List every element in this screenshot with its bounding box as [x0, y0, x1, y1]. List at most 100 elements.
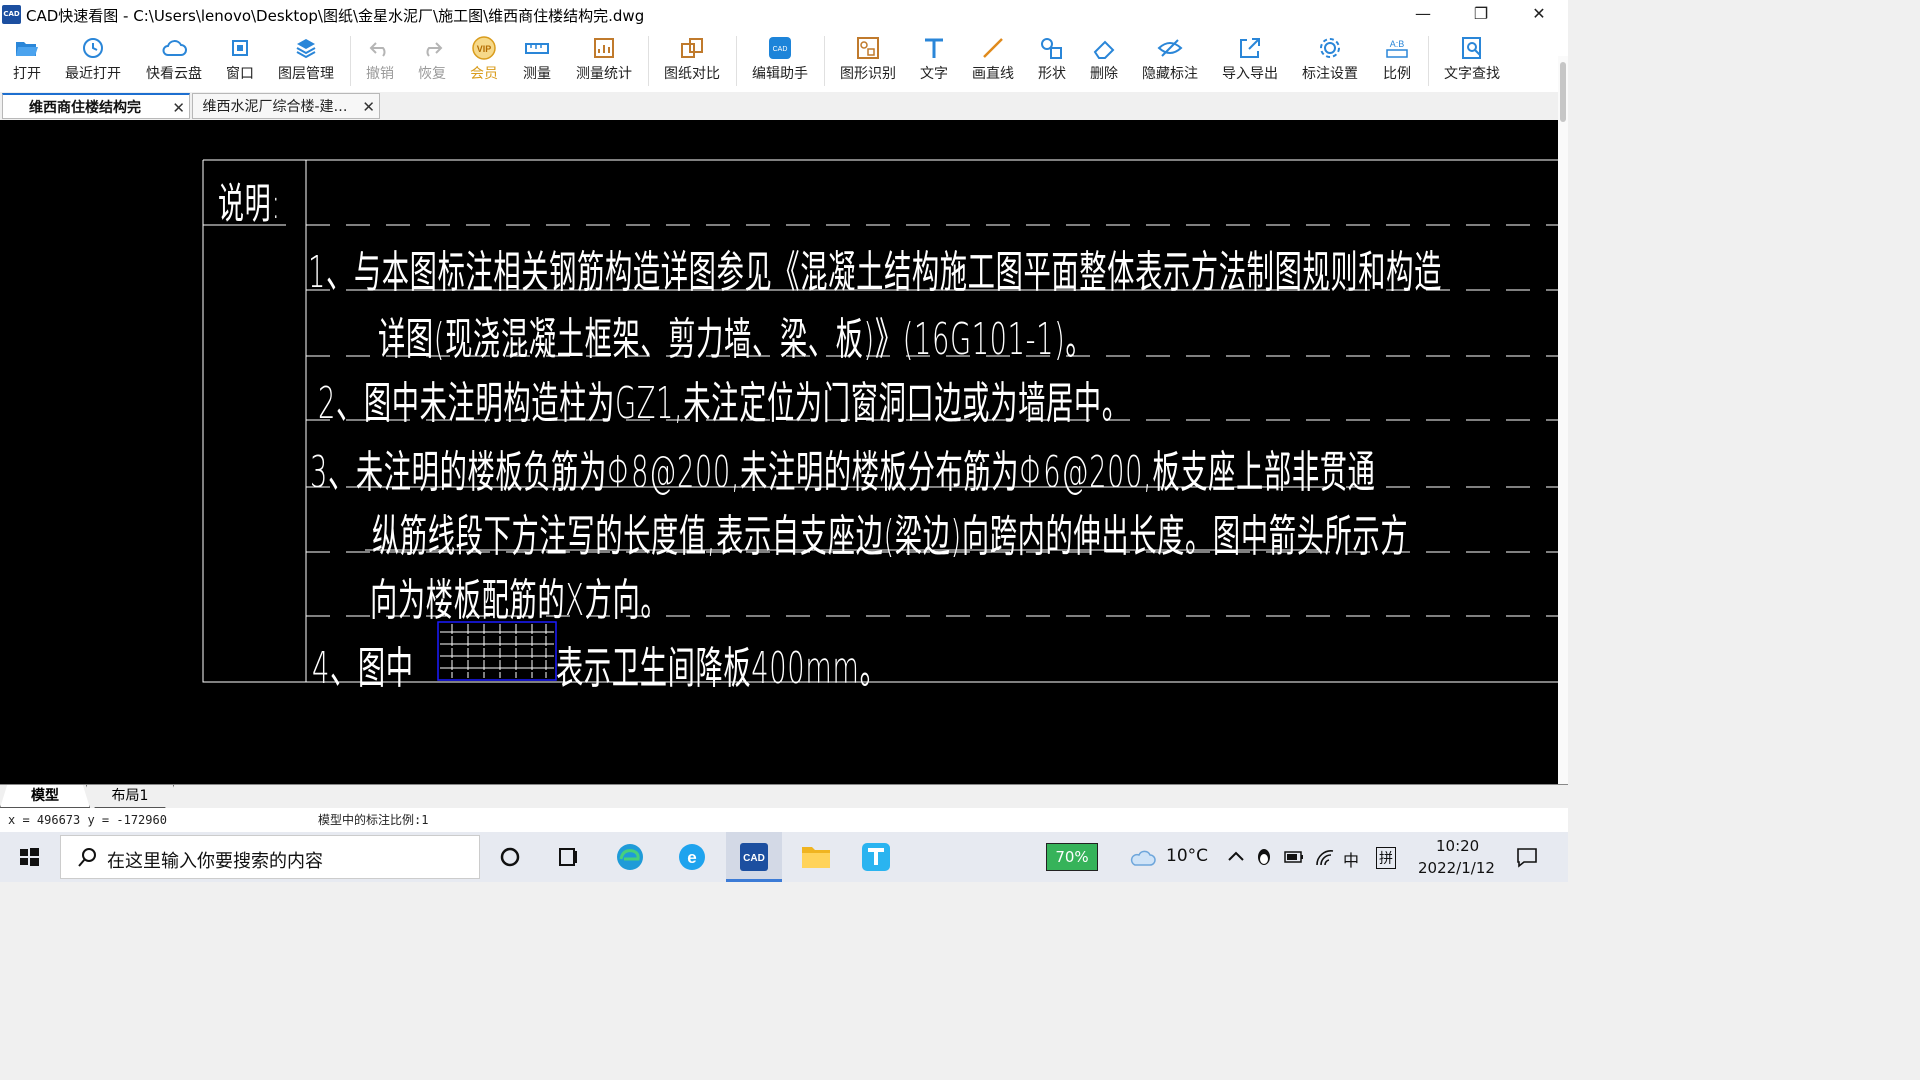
shape-recognize-button[interactable]: 图形识别	[832, 30, 904, 92]
eraser-icon	[1093, 40, 1115, 59]
cad-app-icon: CAD	[740, 843, 768, 871]
shape-recognize-icon	[857, 37, 879, 59]
undo-button[interactable]: 撤销	[358, 30, 402, 92]
tab-close-icon[interactable]: ✕	[172, 95, 185, 121]
delete-label: 删除	[1090, 66, 1118, 82]
redo-label: 恢复	[418, 66, 446, 82]
toolbar-separator	[350, 36, 351, 86]
tab-model[interactable]: 模型	[0, 785, 90, 808]
recent-button[interactable]: 最近打开	[58, 30, 128, 92]
taskbar-edge[interactable]	[602, 832, 658, 882]
tab-label: 维西水泥厂综合楼-建…	[202, 99, 348, 115]
cortana-button[interactable]	[482, 832, 538, 882]
tab-document-1[interactable]: 维西商住楼结构完 ✕	[2, 93, 190, 119]
cortana-circle-icon	[500, 847, 520, 867]
windows-taskbar: 在这里输入你要搜索的内容 e CAD 70% 10°C 中 拼 10:20 20…	[0, 832, 1568, 882]
note-line-7-suffix: 表示卫生间降板400mm。	[556, 643, 888, 694]
layer-manager-label: 图层管理	[278, 66, 334, 82]
window-icon	[232, 40, 248, 56]
measure-button[interactable]: 测量	[514, 30, 560, 92]
qq-penguin-icon[interactable]	[1254, 846, 1274, 868]
task-view-icon	[559, 848, 577, 866]
tab-layout1[interactable]: 布局1	[86, 785, 174, 808]
tab-close-icon[interactable]: ✕	[362, 94, 375, 120]
scale-icon: A:B	[1386, 39, 1408, 58]
window-label: 窗口	[226, 66, 254, 82]
toolbar-separator	[648, 36, 649, 86]
battery-widget[interactable]: 70%	[1046, 843, 1098, 871]
toolbar-separator	[1428, 36, 1429, 86]
folder-open-icon	[16, 42, 38, 56]
minimize-button[interactable]: —	[1394, 0, 1452, 30]
layout-tab-bar: 模型 布局1	[0, 784, 1568, 809]
scrollbar-thumb[interactable]	[1560, 62, 1566, 122]
text-button[interactable]: 文字	[912, 30, 956, 92]
weather-temperature[interactable]: 10°C	[1166, 846, 1208, 866]
taskbar-cad-viewer[interactable]: CAD	[726, 832, 782, 882]
windows-logo-icon	[20, 848, 39, 866]
taskbar-text-app[interactable]	[848, 832, 904, 882]
folder-icon	[802, 847, 830, 868]
notification-icon[interactable]	[1515, 845, 1539, 869]
restore-button[interactable]: ❐	[1452, 0, 1510, 30]
cloud-button[interactable]: 快看云盘	[138, 30, 210, 92]
close-button[interactable]: ✕	[1510, 0, 1568, 30]
layer-manager-button[interactable]: 图层管理	[270, 30, 342, 92]
search-placeholder: 在这里输入你要搜索的内容	[107, 851, 323, 872]
cloud-label: 快看云盘	[146, 66, 202, 82]
undo-icon	[369, 42, 386, 57]
eye-hide-icon	[1157, 39, 1183, 57]
delete-button[interactable]: 删除	[1082, 30, 1126, 92]
taskbar-ie[interactable]: e	[664, 832, 720, 882]
redo-button[interactable]: 恢复	[410, 30, 454, 92]
clock-icon	[83, 38, 103, 58]
open-button[interactable]: 打开	[4, 30, 50, 92]
vip-icon: VIP	[472, 36, 496, 60]
task-view-button[interactable]	[540, 832, 596, 882]
notes-heading: 说明:	[218, 179, 281, 228]
start-button[interactable]	[0, 832, 58, 882]
hatch-box	[437, 621, 557, 681]
note-line-6: 向为楼板配筋的X方向。	[370, 575, 669, 626]
draw-line-button[interactable]: 画直线	[964, 30, 1022, 92]
wifi-icon[interactable]	[1314, 846, 1336, 868]
document-tab-strip: 维西商住楼结构完 ✕ 维西水泥厂综合楼-建… ✕	[0, 92, 1568, 120]
chevron-up-icon[interactable]	[1226, 847, 1246, 867]
edit-assistant-button[interactable]: CAD 编辑助手	[744, 30, 816, 92]
scale-button[interactable]: A:B 比例	[1374, 30, 1420, 92]
clock-date[interactable]: 2022/1/12	[1418, 859, 1495, 877]
cursor-coordinates: x = 496673 y = -172960	[8, 813, 167, 827]
text-search-label: 文字查找	[1444, 66, 1500, 82]
vip-label: 会员	[470, 66, 498, 82]
note-line-5: 纵筋线段下方注写的长度值,表示自支座边(梁边)向跨内的伸出长度。图中箭头所示方	[372, 511, 1409, 562]
title-bar: CAD CAD快速看图 - C:\Users\lenovo\Desktop\图纸…	[0, 0, 1568, 30]
annotation-settings-label: 标注设置	[1302, 66, 1358, 82]
clock-time[interactable]: 10:20	[1436, 837, 1479, 855]
annotation-settings-button[interactable]: 标注设置	[1294, 30, 1366, 92]
note-line-3: 2、图中未注明构造柱为GZ1,未注定位为门窗洞口边或为墙居中。	[318, 378, 1130, 429]
compare-icon	[681, 38, 703, 58]
import-export-button[interactable]: 导入导出	[1214, 30, 1286, 92]
compare-button[interactable]: 图纸对比	[656, 30, 728, 92]
layers-icon	[296, 39, 316, 59]
window-title: CAD快速看图 - C:\Users\lenovo\Desktop\图纸\金星水…	[26, 7, 645, 25]
svg-text:A:B: A:B	[1390, 39, 1405, 49]
window-button[interactable]: 窗口	[218, 30, 262, 92]
tab-label: 维西商住楼结构完	[29, 100, 141, 116]
hide-annotation-button[interactable]: 隐藏标注	[1134, 30, 1206, 92]
drawing-canvas[interactable]: 说明: 1、与本图标注相关钢筋构造详图参见《混凝土结构施工图平面整体表示方法制图…	[0, 120, 1558, 784]
note-line-2: 详图(现浇混凝土框架、剪力墙、梁、板)》(16G101-1)。	[378, 314, 1094, 365]
ime-language[interactable]: 中	[1343, 847, 1359, 871]
vertical-scrollbar[interactable]	[1558, 56, 1568, 784]
tab-document-2[interactable]: 维西水泥厂综合楼-建… ✕	[192, 93, 380, 119]
shapes-label: 形状	[1038, 66, 1066, 82]
shapes-button[interactable]: 形状	[1030, 30, 1074, 92]
ime-mode[interactable]: 拼	[1376, 847, 1396, 869]
battery-icon[interactable]	[1283, 846, 1305, 868]
vip-button[interactable]: VIP 会员	[462, 30, 506, 92]
text-icon	[925, 38, 943, 58]
text-search-button[interactable]: 文字查找	[1436, 30, 1508, 92]
measure-stats-button[interactable]: 测量统计	[568, 30, 640, 92]
taskbar-file-explorer[interactable]	[788, 832, 844, 882]
taskbar-search-box[interactable]: 在这里输入你要搜索的内容	[60, 835, 480, 879]
